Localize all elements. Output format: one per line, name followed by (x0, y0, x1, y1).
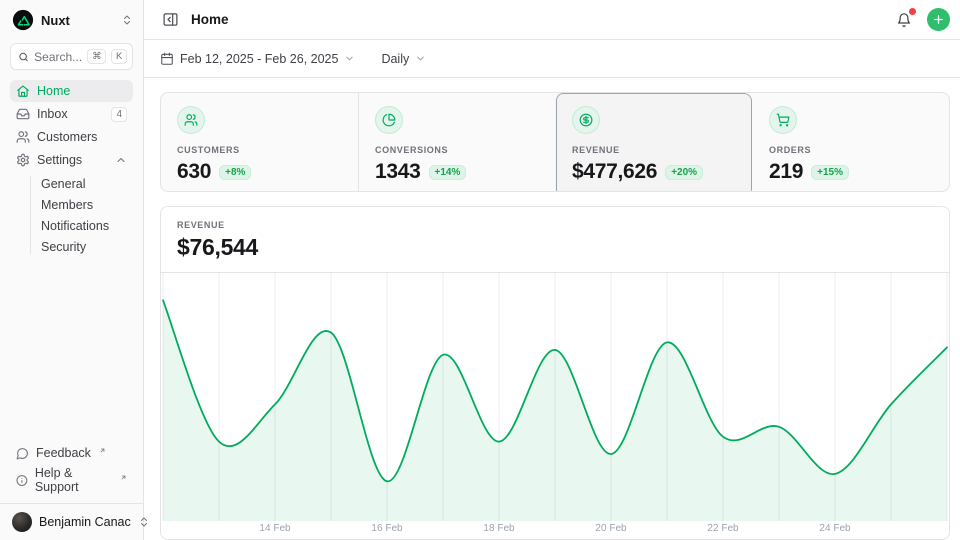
stat-value: 219 (769, 160, 803, 184)
sidebar-item-members[interactable]: Members (37, 194, 133, 215)
user-menu[interactable]: Benjamin Canac (0, 503, 143, 540)
feedback-link[interactable]: Feedback (10, 443, 133, 463)
nuxt-logo-icon (12, 9, 34, 31)
help-support-link[interactable]: Help & Support (10, 463, 133, 497)
users-icon (16, 130, 30, 144)
inbox-count-badge: 4 (111, 107, 127, 122)
notifications-button[interactable] (894, 10, 914, 30)
chevron-down-icon (344, 53, 355, 64)
stat-label: CONVERSIONS (375, 145, 539, 155)
sidebar-nav: Home Inbox 4 Customers Settings General … (0, 80, 143, 257)
sidebar-item-label: Home (37, 84, 127, 98)
chevron-up-icon (115, 154, 127, 166)
sidebar-item-security[interactable]: Security (37, 236, 133, 257)
sidebar-item-general[interactable]: General (37, 173, 133, 194)
stat-label: CUSTOMERS (177, 145, 342, 155)
chart-label: REVENUE (177, 220, 933, 230)
settings-subnav: General Members Notifications Security (20, 173, 133, 257)
search-icon (18, 51, 29, 63)
sidebar-item-label: Inbox (37, 107, 104, 121)
chart-value: $76,544 (177, 234, 933, 261)
stat-value: 630 (177, 160, 211, 184)
external-link-icon (99, 447, 106, 454)
chevrons-up-down-icon (121, 14, 133, 26)
date-range-picker[interactable]: Feb 12, 2025 - Feb 26, 2025 (160, 52, 355, 66)
dashboard-content: CUSTOMERS 630 +8% CONVERSIONS 1343 +14% (144, 78, 960, 540)
sidebar-item-notifications[interactable]: Notifications (37, 215, 133, 236)
users-icon (177, 106, 205, 134)
filters-toolbar: Feb 12, 2025 - Feb 26, 2025 Daily (144, 40, 960, 78)
app-window: Nuxt Search... ⌘ K Home Inbox 4 Cust (0, 0, 960, 540)
calendar-icon (160, 52, 174, 66)
panel-collapse-icon (162, 11, 179, 28)
chart-canvas (161, 273, 949, 521)
stat-label: ORDERS (769, 145, 933, 155)
sidebar-item-home[interactable]: Home (10, 80, 133, 102)
gear-icon (16, 153, 30, 167)
collapse-sidebar-button[interactable] (160, 9, 181, 30)
workspace-switcher[interactable]: Nuxt (0, 0, 143, 39)
search-placeholder: Search... (34, 50, 82, 64)
stat-delta-badge: +8% (219, 165, 251, 180)
kbd-meta: ⌘ (87, 49, 106, 64)
stat-value: 1343 (375, 160, 421, 184)
sidebar: Nuxt Search... ⌘ K Home Inbox 4 Cust (0, 0, 144, 540)
search-input[interactable]: Search... ⌘ K (10, 43, 133, 70)
plus-icon (932, 13, 945, 26)
x-tick-label: 16 Feb (371, 523, 402, 534)
notification-dot (909, 8, 916, 15)
sidebar-item-label: Customers (37, 130, 127, 144)
sidebar-item-label: Settings (37, 153, 108, 167)
revenue-chart-panel: REVENUE $76,544 14 Feb 16 Feb 18 Feb 20 Feb… (160, 206, 950, 540)
topbar-actions (894, 8, 950, 31)
sidebar-item-customers[interactable]: Customers (10, 126, 133, 148)
inbox-icon (16, 107, 30, 121)
stat-card-customers[interactable]: CUSTOMERS 630 +8% (161, 93, 358, 192)
stat-delta-badge: +14% (429, 165, 467, 180)
user-name: Benjamin Canac (39, 515, 131, 529)
revenue-area-chart (161, 273, 949, 521)
date-range-value: Feb 12, 2025 - Feb 26, 2025 (180, 52, 338, 66)
feedback-label: Feedback (36, 446, 91, 460)
x-axis-ticks: 14 Feb 16 Feb 18 Feb 20 Feb 22 Feb 24 Feb (161, 521, 949, 539)
x-tick-label: 20 Feb (595, 523, 626, 534)
x-tick-label: 18 Feb (483, 523, 514, 534)
sidebar-spacer (0, 257, 143, 443)
stat-card-conversions[interactable]: CONVERSIONS 1343 +14% (358, 93, 555, 192)
page-title: Home (191, 12, 229, 27)
period-select[interactable]: Daily (381, 52, 426, 66)
pie-chart-icon (375, 106, 403, 134)
workspace-name: Nuxt (41, 13, 114, 28)
main-area: Home Feb 12, 2025 - Feb 26, 2025 Daily (144, 0, 960, 540)
chevron-down-icon (415, 53, 426, 64)
stats-row: CUSTOMERS 630 +8% CONVERSIONS 1343 +14% (160, 92, 950, 192)
sidebar-footer: Feedback Help & Support (0, 443, 143, 503)
external-link-icon (120, 474, 127, 481)
help-support-label: Help & Support (35, 466, 112, 494)
message-bubble-icon (16, 447, 29, 460)
stat-card-orders[interactable]: ORDERS 219 +15% (752, 93, 949, 192)
x-tick-label: 24 Feb (819, 523, 850, 534)
period-value: Daily (381, 52, 409, 66)
stat-delta-badge: +15% (811, 165, 849, 180)
sidebar-item-settings[interactable]: Settings (10, 149, 133, 171)
cart-icon (769, 106, 797, 134)
stat-label: REVENUE (572, 145, 736, 155)
home-icon (16, 84, 30, 98)
top-header: Home (144, 0, 960, 40)
stat-card-revenue[interactable]: REVENUE $477,626 +20% (555, 93, 752, 192)
chart-header: REVENUE $76,544 (161, 207, 949, 273)
sidebar-item-inbox[interactable]: Inbox 4 (10, 103, 133, 125)
avatar (12, 512, 32, 532)
stat-delta-badge: +20% (665, 165, 703, 180)
stat-value: $477,626 (572, 160, 657, 184)
x-tick-label: 22 Feb (707, 523, 738, 534)
kbd-key: K (111, 49, 127, 64)
info-circle-icon (16, 474, 28, 487)
add-new-button[interactable] (927, 8, 950, 31)
x-tick-label: 14 Feb (259, 523, 290, 534)
dollar-circle-icon (572, 106, 600, 134)
